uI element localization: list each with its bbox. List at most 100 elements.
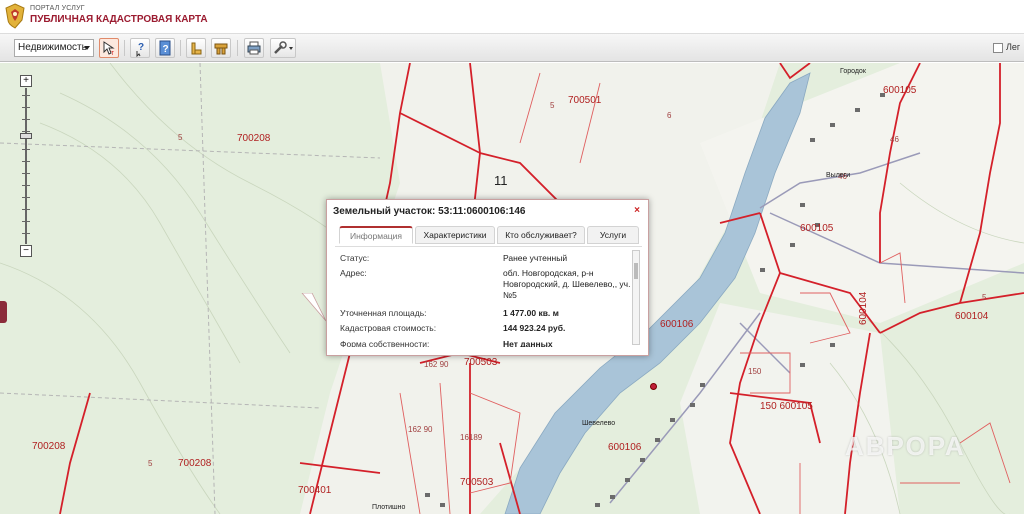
building-icon [214, 43, 228, 55]
zoom-tick [22, 233, 30, 234]
parcel-label[interactable]: 5 [148, 459, 152, 468]
info-value: Ранее учтенный [503, 253, 568, 263]
info-value: Нет данных [503, 339, 553, 347]
tab-characteristics[interactable]: Характеристики [415, 226, 495, 244]
toolbar-divider [124, 40, 125, 56]
zoom-in-button[interactable]: + [20, 75, 32, 87]
chevron-down-icon [84, 46, 90, 50]
svg-text:T: T [111, 51, 114, 57]
toolbar-divider [180, 40, 181, 56]
parcel-label[interactable]: 150 600105 [760, 401, 813, 412]
parcel-label[interactable]: 700501 [568, 95, 601, 106]
tab-information[interactable]: Информация [339, 226, 413, 244]
zoom-tick [22, 95, 30, 96]
tab-who-serves[interactable]: Кто обслуживает? [497, 226, 585, 244]
zoom-tick [22, 149, 30, 150]
select-object-button[interactable]: T [99, 38, 119, 58]
side-panel-toggle[interactable] [0, 301, 7, 323]
parcel-label[interactable]: 5 [982, 293, 986, 302]
parcel-label[interactable]: 162 90 [408, 425, 432, 434]
popup-info-table: Статус: Ранее учтенный Адрес: обл. Новго… [335, 246, 642, 347]
svg-text:?: ? [163, 44, 169, 55]
popup-scrollbar[interactable] [632, 250, 640, 345]
layer-select-value: Недвижимость [18, 42, 87, 53]
parcel-label[interactable]: 5 [178, 133, 182, 142]
printer-icon [247, 41, 261, 55]
info-row: Статус: Ранее учтенный [335, 253, 631, 265]
parcel-label[interactable]: 700503 [464, 357, 497, 368]
cursor-arrow-icon: T [103, 41, 115, 57]
zoom-tick [22, 107, 30, 108]
print-button[interactable] [244, 38, 264, 58]
info-key: Уточненная площадь: [340, 308, 427, 318]
parcel-label[interactable]: 700208 [237, 133, 270, 144]
zoom-tick [22, 119, 30, 120]
info-key: Адрес: [340, 268, 367, 278]
info-value: 144 923.24 руб. [503, 323, 566, 333]
info-key: Кадастровая стоимость: [340, 323, 437, 333]
parcel-label[interactable]: 600104 [858, 292, 869, 325]
measure-button[interactable] [186, 38, 206, 58]
parcel-label[interactable]: 6 [667, 111, 671, 120]
parcel-label[interactable]: 600105 [883, 85, 916, 96]
scrollbar-thumb[interactable] [634, 263, 638, 279]
parcel-label[interactable]: 600105 [800, 223, 833, 234]
parcel-label[interactable]: 162 90 [424, 360, 448, 369]
zoom-tick [22, 161, 30, 162]
info-document-icon: ? [159, 40, 171, 56]
parcel-label[interactable]: 46 [890, 135, 899, 144]
parcel-label[interactable]: 600106 [608, 442, 641, 453]
parcel-label[interactable]: 150 [748, 367, 761, 376]
layers-button[interactable] [211, 38, 231, 58]
zoom-out-button[interactable]: − [20, 245, 32, 257]
portal-header: ПОРТАЛ УСЛУГ ПУБЛИЧНАЯ КАДАСТРОВАЯ КАРТА [0, 0, 1024, 34]
parcel-label[interactable]: 700208 [178, 458, 211, 469]
popup-title: Земельный участок: 53:11:0600106:146 [333, 206, 526, 217]
place-name-label: Плотишно [372, 504, 406, 511]
legend-label: Лег [1006, 42, 1021, 52]
map-toolbar: Недвижимость T ? ? Лег [0, 34, 1024, 62]
zoom-tick [22, 221, 30, 222]
question-cursor-icon: ? [136, 42, 144, 58]
info-button[interactable]: ? [155, 38, 175, 58]
zoom-slider-handle[interactable] [20, 133, 32, 139]
parcel-label[interactable]: 700401 [298, 485, 331, 496]
parcel-info-popup: Земельный участок: 53:11:0600106:146 × И… [326, 199, 649, 356]
info-row: Кадастровая стоимость: 144 923.24 руб. [335, 323, 631, 335]
parcel-label[interactable]: 11 [494, 173, 508, 188]
tab-services[interactable]: Услуги [587, 226, 639, 244]
place-name-label: Городок [840, 68, 866, 75]
zoom-tick [22, 197, 30, 198]
cadastral-map[interactable]: 700501 5 700208 5 6 11 600105 46 46 6001… [0, 63, 1024, 514]
place-name-label: Вылеги [826, 172, 851, 179]
popup-tab-bar: Информация Характеристики Кто обслуживае… [335, 226, 642, 246]
zoom-tick [22, 185, 30, 186]
legend-checkbox[interactable] [993, 43, 1003, 53]
info-key: Форма собственности: [340, 339, 430, 347]
watermark-text: АВРОРА [845, 431, 966, 461]
selected-parcel-marker[interactable] [650, 383, 657, 390]
info-key: Статус: [340, 253, 370, 263]
tools-button[interactable] [270, 38, 296, 58]
parcel-label[interactable]: 600106 [660, 319, 693, 330]
info-value: обл. Новгородская, р-н Новгородский, д. … [503, 268, 631, 300]
layer-select[interactable]: Недвижимость [14, 39, 94, 57]
parcel-label[interactable]: 600104 [955, 311, 988, 322]
coat-of-arms-icon[interactable] [4, 3, 26, 29]
info-row: Адрес: обл. Новгородская, р-н Новгородск… [335, 268, 631, 304]
zoom-tick [22, 173, 30, 174]
place-name-label: Шевелево [582, 420, 616, 427]
svg-text:?: ? [138, 42, 144, 53]
parcel-label[interactable]: 5 [550, 101, 554, 110]
info-value: 1 477.00 кв. м [503, 308, 559, 318]
portal-title[interactable]: ПУБЛИЧНАЯ КАДАСТРОВАЯ КАРТА [30, 14, 208, 25]
zoom-tick [22, 209, 30, 210]
close-icon[interactable]: × [632, 206, 642, 216]
parcel-label[interactable]: 700208 [32, 441, 65, 452]
parcel-label[interactable]: 700503 [460, 477, 493, 488]
identify-button[interactable]: ? [130, 38, 150, 58]
info-row: Уточненная площадь: 1 477.00 кв. м [335, 308, 631, 320]
ruler-icon [191, 42, 202, 55]
parcel-label[interactable]: 16189 [460, 433, 482, 442]
zoom-control: + − [20, 75, 32, 257]
